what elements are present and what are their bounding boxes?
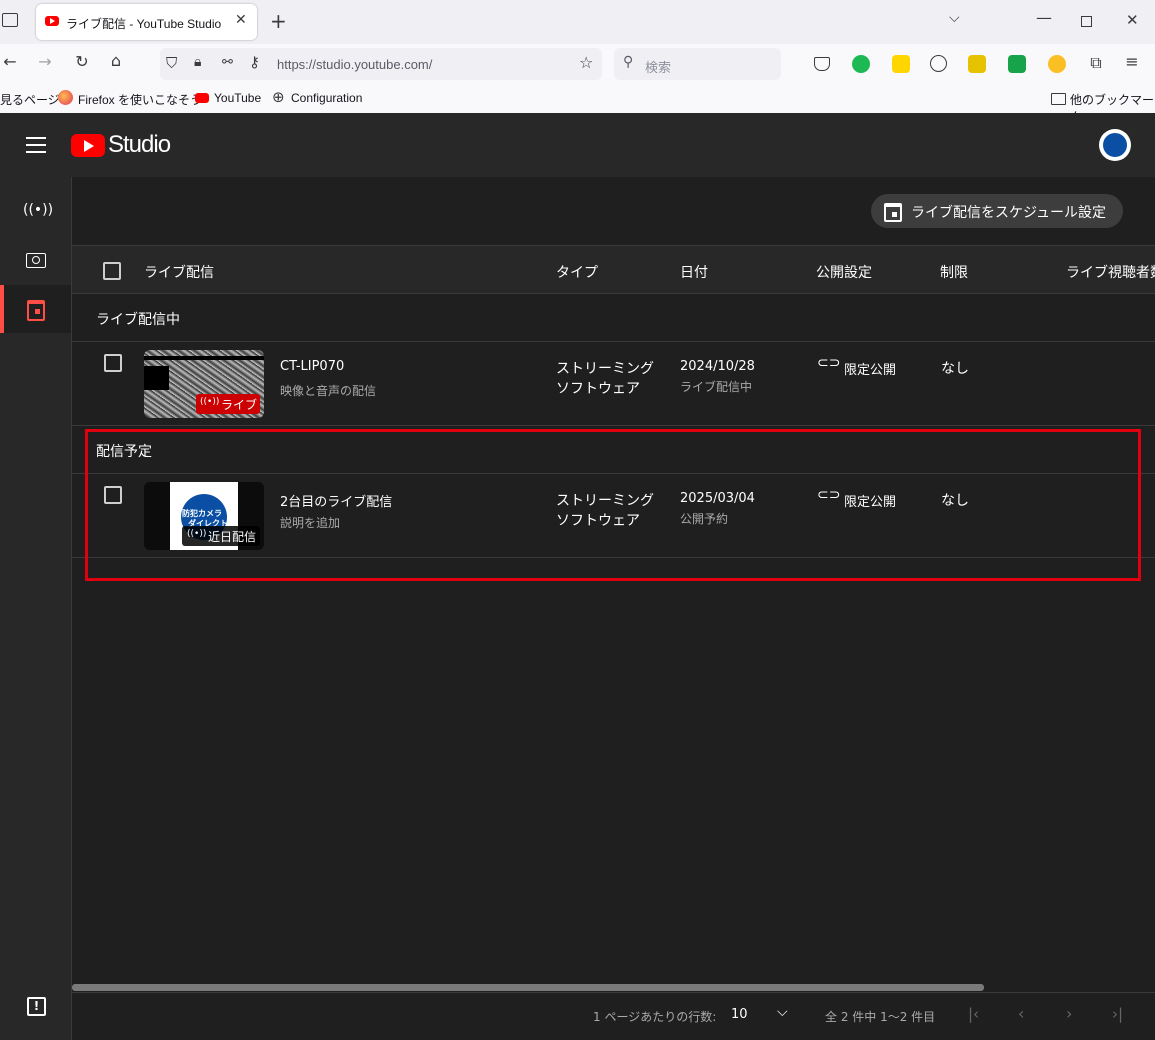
search-bar[interactable]: ⚲ 検索 bbox=[614, 48, 781, 80]
account-icon[interactable] bbox=[930, 55, 947, 72]
key-icon[interactable]: ⚷ bbox=[249, 53, 260, 71]
permissions-icon[interactable]: ⚯ bbox=[222, 55, 233, 70]
row-date-status: ライブ配信中 bbox=[680, 380, 753, 394]
pocket-icon[interactable] bbox=[814, 57, 830, 71]
row-date: 2024/10/28 bbox=[680, 359, 755, 374]
minimize-icon[interactable]: — bbox=[1036, 8, 1052, 27]
browser-tab-bar: ライブ配信 - YouTube Studio ✕ + ⌵ — ✕ bbox=[0, 0, 1155, 44]
extension-yellow-circle-icon[interactable] bbox=[1048, 55, 1066, 73]
extension-yellow-search-icon[interactable] bbox=[892, 55, 910, 73]
column-header-type[interactable]: タイプ bbox=[556, 262, 598, 282]
studio-logo-text[interactable]: Studio bbox=[108, 131, 171, 159]
new-tab-icon[interactable]: + bbox=[270, 9, 287, 33]
highlight-box bbox=[85, 429, 1141, 581]
badge-label: ライブ bbox=[221, 398, 258, 412]
shield-icon[interactable]: ⛉ bbox=[166, 54, 177, 72]
video-thumbnail[interactable]: ((•)) ライブ bbox=[144, 350, 264, 418]
column-header-stream[interactable]: ライブ配信 bbox=[144, 262, 214, 282]
url-text[interactable]: https://studio.youtube.com/ bbox=[277, 57, 432, 72]
next-page-icon[interactable]: › bbox=[1066, 1004, 1072, 1023]
close-tab-icon[interactable]: ✕ bbox=[235, 12, 247, 28]
extension-yellow-box-icon[interactable] bbox=[968, 55, 986, 73]
sidebar-item-manage-active[interactable] bbox=[0, 285, 71, 333]
table-header bbox=[72, 246, 1155, 293]
bookmark-item[interactable]: 見るページ bbox=[0, 91, 60, 108]
forward-icon[interactable]: → bbox=[35, 52, 55, 71]
last-page-icon[interactable]: ›| bbox=[1112, 1005, 1123, 1023]
globe-icon: ⊕ bbox=[272, 88, 285, 106]
sidebar: ((•)) ! bbox=[0, 177, 72, 1040]
home-icon[interactable]: ⌂ bbox=[106, 51, 126, 70]
link-icon: ⊂⊃ bbox=[817, 355, 841, 371]
hamburger-menu-icon[interactable] bbox=[26, 137, 46, 153]
previous-page-icon[interactable]: ‹ bbox=[1018, 1004, 1024, 1023]
tab-title: ライブ配信 - YouTube Studio bbox=[66, 17, 222, 31]
url-bar[interactable]: ⛉ 🔒︎ ⚯ ⚷ https://studio.youtube.com/ ☆ bbox=[160, 48, 602, 80]
avatar[interactable] bbox=[1099, 129, 1131, 161]
bookmark-item[interactable]: Firefox を使いこなそう bbox=[78, 91, 202, 108]
extension-green-checkbox-icon[interactable] bbox=[1008, 55, 1026, 73]
browser-tab[interactable]: ライブ配信 - YouTube Studio ✕ bbox=[36, 4, 257, 40]
close-window-icon[interactable]: ✕ bbox=[1126, 11, 1139, 29]
firefox-icon bbox=[58, 90, 73, 105]
schedule-button-label: ライブ配信をスケジュール設定 bbox=[911, 205, 1107, 221]
lock-icon[interactable]: 🔒︎ bbox=[194, 54, 201, 70]
menu-icon[interactable]: ≡ bbox=[1122, 52, 1142, 71]
schedule-stream-button[interactable]: ライブ配信をスケジュール設定 bbox=[871, 194, 1123, 228]
column-header-live-viewers[interactable]: ライブ視聴者数 bbox=[1066, 262, 1155, 282]
column-header-restrictions[interactable]: 制限 bbox=[940, 262, 968, 282]
sidebar-item-webcam-icon[interactable] bbox=[26, 253, 46, 268]
bookmark-item[interactable]: Configuration bbox=[291, 91, 362, 105]
live-broadcast-icon: ((•)) bbox=[200, 397, 220, 407]
tab-overflow-chevron-icon[interactable]: ⌵ bbox=[949, 10, 960, 26]
search-icon: ⚲ bbox=[623, 54, 634, 70]
extension-green-check-icon[interactable] bbox=[852, 55, 870, 73]
live-badge: ((•)) ライブ bbox=[196, 394, 260, 414]
section-title: ライブ配信中 bbox=[96, 312, 180, 328]
reload-icon[interactable]: ↻ bbox=[72, 52, 92, 71]
sidebar-item-stream-icon[interactable]: ((•)) bbox=[23, 202, 53, 218]
bookmark-star-icon[interactable]: ☆ bbox=[579, 53, 593, 72]
column-header-visibility[interactable]: 公開設定 bbox=[816, 262, 872, 282]
page-range: 全 2 件中 1〜2 件目 bbox=[825, 1010, 936, 1024]
rows-per-page-select[interactable]: 10 bbox=[731, 1007, 748, 1022]
calendar-add-icon bbox=[884, 203, 902, 222]
row-visibility[interactable]: 限定公開 bbox=[844, 359, 896, 378]
back-icon[interactable]: ← bbox=[0, 52, 20, 71]
maximize-icon[interactable] bbox=[1081, 16, 1092, 27]
rows-per-page-label: 1 ページあたりの行数: bbox=[593, 1010, 717, 1024]
search-placeholder: 検索 bbox=[645, 60, 672, 75]
row-title[interactable]: CT-LIP070 bbox=[280, 359, 344, 374]
row-type-line2: ソフトウェア bbox=[556, 381, 640, 397]
bookmark-item[interactable]: YouTube bbox=[214, 91, 261, 105]
first-page-icon[interactable]: |‹ bbox=[968, 1005, 979, 1023]
tab-list-icon[interactable] bbox=[2, 13, 18, 27]
select-all-checkbox[interactable] bbox=[103, 262, 121, 280]
row-restriction: なし bbox=[941, 361, 969, 377]
column-header-date[interactable]: 日付 bbox=[680, 262, 708, 282]
studio-header: Studio bbox=[0, 113, 1155, 177]
main-content bbox=[72, 177, 1155, 1040]
youtube-logo-icon[interactable] bbox=[71, 134, 105, 157]
calendar-icon bbox=[27, 300, 45, 321]
bookmarks-bar: 見るページ Firefox を使いこなそう YouTube ⊕ Configur… bbox=[0, 84, 1155, 124]
row-checkbox[interactable] bbox=[104, 354, 122, 372]
folder-icon bbox=[1051, 93, 1066, 105]
youtube-bookmark-icon bbox=[195, 93, 209, 103]
row-description: 映像と音声の配信 bbox=[280, 384, 377, 398]
chevron-down-icon[interactable]: ⌵ bbox=[777, 1004, 788, 1020]
extensions-puzzle-icon[interactable]: ⧉ bbox=[1086, 53, 1106, 73]
feedback-icon[interactable]: ! bbox=[27, 997, 46, 1016]
horizontal-scrollbar[interactable] bbox=[72, 984, 984, 991]
row-type-line1: ストリーミング bbox=[556, 361, 654, 377]
